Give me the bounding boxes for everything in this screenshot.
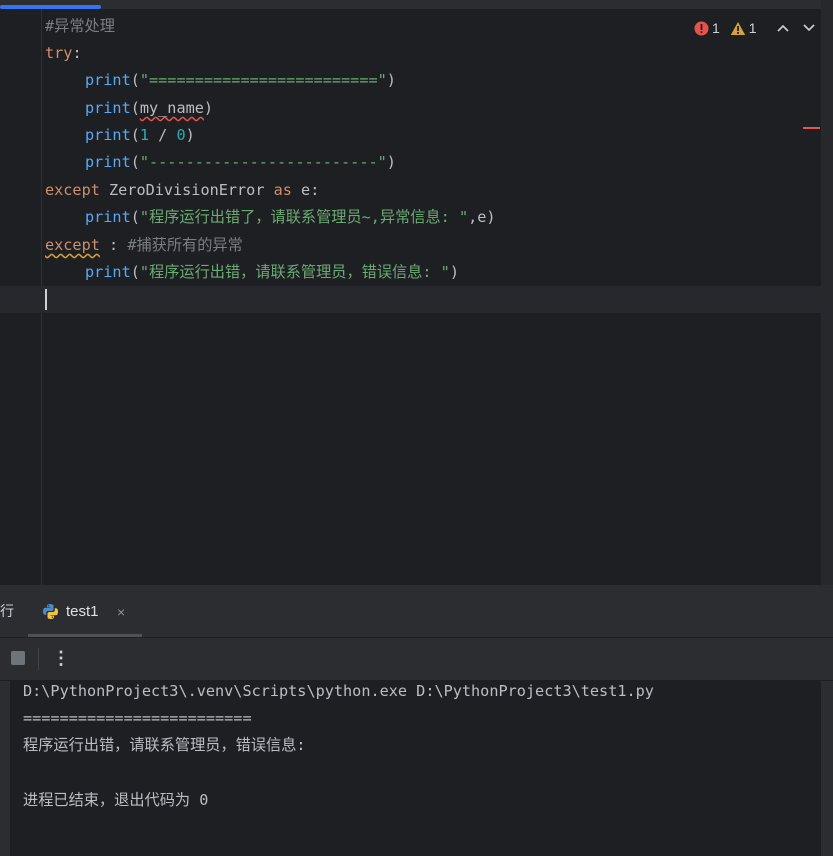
paren-open: (	[130, 71, 140, 89]
string-literal: "========================="	[139, 71, 387, 89]
function-print: print	[85, 99, 131, 117]
string-literal: "程序运行出错，请联系管理员，错误信息: "	[139, 263, 450, 281]
number-literal: 0	[176, 126, 186, 144]
string-literal: "程序运行出错了，请联系管理员~,异常信息: "	[139, 208, 469, 226]
function-print: print	[85, 71, 131, 89]
keyword-except-bare[interactable]: except	[45, 236, 100, 254]
code-line-9[interactable]: except : #捕获所有的异常	[45, 232, 243, 259]
function-print: print	[85, 208, 131, 226]
keyword-try: try	[45, 44, 73, 62]
tool-window-title: 行	[0, 603, 14, 619]
run-toolbar: ⋮	[0, 638, 833, 681]
code-line-2[interactable]: try:	[45, 40, 82, 67]
paren-close: )	[185, 126, 195, 144]
text-caret	[45, 289, 47, 310]
toolbar-separator	[38, 648, 39, 670]
stop-icon[interactable]	[11, 651, 25, 665]
comment-text: #捕获所有的异常	[127, 236, 243, 254]
more-vertical-icon[interactable]: ⋮	[52, 648, 70, 668]
console-line: 程序运行出错，请联系管理员，错误信息:	[23, 736, 315, 754]
run-tool-window: 行 test1 × ⋮ D:\PythonProject3\.venv\Scri…	[0, 585, 833, 856]
error-circle-icon	[694, 21, 709, 35]
keyword-except: except	[45, 181, 100, 199]
comment-text: #异常处理	[45, 17, 115, 35]
close-icon[interactable]: ×	[117, 604, 125, 620]
console-line: D:\PythonProject3\.venv\Scripts\python.e…	[23, 682, 654, 700]
tab-test1[interactable]: test1 ×	[28, 585, 142, 637]
paren-open: (	[130, 153, 140, 171]
run-tabs-bar: 行 test1 ×	[0, 585, 833, 638]
code-line-10[interactable]: print("程序运行出错，请联系管理员，错误信息: ")	[85, 259, 459, 286]
next-highlight-button[interactable]	[801, 20, 817, 36]
active-tab-indicator	[28, 634, 142, 637]
warning-count[interactable]: 1	[730, 20, 757, 36]
error-count[interactable]: 1	[694, 20, 720, 36]
unresolved-reference[interactable]: my_name	[140, 99, 204, 117]
paren-open: (	[130, 99, 140, 117]
string-literal: "-------------------------"	[139, 153, 387, 171]
loading-progress	[0, 5, 101, 9]
inspections-widget[interactable]: 1 1	[694, 17, 817, 39]
code-line-3[interactable]: print("=========================")	[85, 67, 396, 94]
code-line-5[interactable]: print(1 / 0)	[85, 122, 195, 149]
colon: :	[72, 44, 82, 62]
tab-label: test1	[66, 603, 99, 620]
variable: e:	[291, 181, 320, 199]
chevron-down-icon	[803, 24, 815, 32]
number-literal: 1	[139, 126, 150, 144]
colon: :	[99, 236, 128, 254]
current-line-highlight	[0, 286, 821, 313]
editor-top-bar	[0, 0, 821, 9]
console-scrollbar[interactable]	[821, 681, 833, 856]
console-output[interactable]: D:\PythonProject3\.venv\Scripts\python.e…	[10, 681, 821, 856]
editor-scrollbar[interactable]	[821, 0, 833, 585]
function-print: print	[85, 263, 131, 281]
code-line-8[interactable]: print("程序运行出错了，请联系管理员~,异常信息: ",e)	[85, 204, 496, 231]
paren-open: (	[130, 126, 140, 144]
function-print: print	[85, 126, 131, 144]
console-line: 进程已结束，退出代码为 0	[23, 791, 209, 809]
paren-open: (	[130, 208, 140, 226]
function-print: print	[85, 153, 131, 171]
keyword-as: as	[273, 181, 292, 199]
paren-close: )	[386, 71, 396, 89]
paren-close: )	[203, 99, 214, 117]
code-line-7[interactable]: except ZeroDivisionError as e:	[45, 177, 319, 204]
warning-count-label: 1	[748, 20, 757, 36]
error-stripe-marker[interactable]	[803, 127, 820, 129]
class-name: ZeroDivisionError	[99, 181, 274, 199]
code-editor[interactable]: #异常处理 try: print("======================…	[0, 0, 833, 585]
paren-close: )	[386, 153, 396, 171]
console-line: =========================	[23, 709, 252, 727]
python-icon	[43, 604, 58, 619]
chevron-up-icon	[777, 24, 789, 32]
code-line-6[interactable]: print("-------------------------")	[85, 149, 396, 176]
paren-open: (	[130, 263, 140, 281]
warning-triangle-icon	[730, 21, 745, 35]
error-count-label: 1	[712, 20, 720, 36]
args-rest: ,e)	[468, 208, 496, 226]
code-line-4[interactable]: print(my_name)	[85, 95, 213, 122]
paren-close: )	[449, 263, 459, 281]
code-line-1[interactable]: #异常处理	[45, 13, 115, 40]
operator: /	[149, 126, 177, 144]
previous-highlight-button[interactable]	[775, 20, 791, 36]
